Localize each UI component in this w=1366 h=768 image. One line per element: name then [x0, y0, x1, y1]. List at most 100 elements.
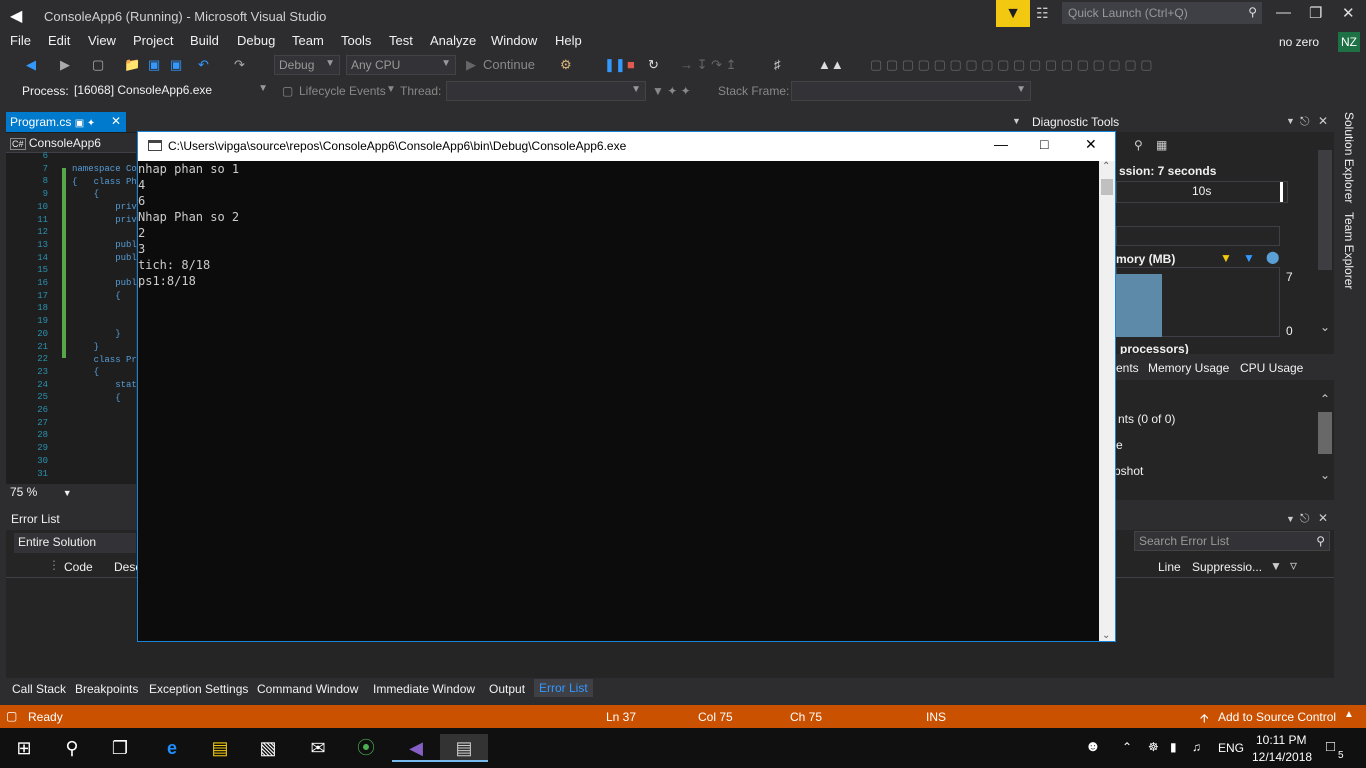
code-line[interactable]: namespace Co	[72, 163, 137, 176]
code-line[interactable]	[72, 227, 137, 240]
code-line[interactable]: publ	[72, 252, 137, 265]
column-line[interactable]: Line	[1158, 560, 1181, 574]
edge-browser-icon[interactable]: e	[148, 734, 196, 762]
code-line[interactable]	[72, 417, 137, 430]
code-line[interactable]: priv	[72, 214, 137, 227]
menu-build[interactable]: Build	[190, 33, 219, 48]
tab-memory-usage[interactable]: Memory Usage	[1148, 361, 1229, 375]
console-scrollbar[interactable]: ⌃ ⌄	[1099, 161, 1115, 641]
undo-icon[interactable]: ↶	[198, 57, 209, 73]
menu-file[interactable]: File	[10, 33, 31, 48]
new-project-icon[interactable]: ▢	[92, 57, 104, 73]
tray-chevron-icon[interactable]: ⌃	[1122, 740, 1132, 754]
feedback-icon[interactable]: ☷	[1036, 5, 1049, 22]
process-dropdown[interactable]: [16068] ConsoleApp6.exe ▼	[70, 81, 272, 101]
code-line[interactable]: { class Ph	[72, 176, 137, 189]
team-explorer-tab[interactable]: Team Explorer	[1342, 212, 1356, 289]
tab-error-list[interactable]: Error List	[534, 679, 593, 697]
tab-command-window[interactable]: Command Window	[257, 682, 358, 696]
code-line[interactable]	[72, 468, 137, 481]
menu-test[interactable]: Test	[389, 33, 413, 48]
code-line[interactable]	[72, 265, 137, 278]
chevron-down-icon[interactable]: ▼	[1286, 116, 1295, 126]
forward-icon[interactable]: ▶	[60, 57, 70, 73]
tab-immediate-window[interactable]: Immediate Window	[373, 682, 475, 696]
chevron-up-icon[interactable]: ▲	[1344, 709, 1354, 720]
code-line[interactable]: {	[72, 290, 137, 303]
avatar[interactable]: NZ	[1338, 32, 1360, 52]
menu-project[interactable]: Project	[133, 33, 173, 48]
restart-icon[interactable]: ↻	[648, 57, 659, 73]
close-icon[interactable]: ✕	[1318, 114, 1328, 128]
code-line[interactable]: {	[72, 188, 137, 201]
column-code[interactable]: Code	[64, 560, 93, 574]
volume-icon[interactable]: ♫	[1192, 740, 1201, 754]
platform-dropdown[interactable]: Any CPU ▼	[346, 55, 456, 75]
take-snapshot[interactable]: pshot	[1114, 464, 1143, 478]
hex-icon[interactable]: ♯	[774, 57, 781, 72]
solution-explorer-tab[interactable]: Solution Explorer	[1342, 112, 1356, 203]
close-icon[interactable]: ✕	[1318, 511, 1328, 525]
chevron-down-icon[interactable]: ▼	[1270, 559, 1282, 573]
zoom-level[interactable]: 75 % ▼	[6, 484, 136, 500]
code-line[interactable]: priv	[72, 201, 137, 214]
tab-program-cs[interactable]: Program.cs ▣ ✦	[6, 112, 126, 132]
menu-team[interactable]: Team	[292, 33, 324, 48]
timeline-cursor[interactable]	[1280, 182, 1283, 202]
people-icon[interactable]: ☻	[1085, 738, 1101, 755]
mail-icon[interactable]: ✉	[294, 734, 342, 762]
user-name[interactable]: no zero	[1279, 35, 1319, 49]
sort-icon[interactable]: ⋮	[48, 558, 60, 572]
code-line[interactable]	[72, 303, 137, 316]
tab-output[interactable]: Output	[489, 682, 525, 696]
console-maximize-button[interactable]: □	[1040, 136, 1048, 152]
code-line[interactable]: }	[72, 341, 137, 354]
code-line[interactable]: publ	[72, 277, 137, 290]
menu-analyze[interactable]: Analyze	[430, 33, 476, 48]
windows-start-icon[interactable]: ⊞	[0, 734, 48, 762]
code-line[interactable]: }	[72, 328, 137, 341]
scroll-down-icon[interactable]: ⌄	[1320, 320, 1330, 334]
configuration-dropdown[interactable]: Debug ▼	[274, 55, 340, 75]
menu-help[interactable]: Help	[555, 33, 582, 48]
step-icon[interactable]: → ↧ ↷ ↥	[680, 57, 737, 73]
language-indicator[interactable]: ENG	[1218, 741, 1244, 755]
tab-exception-settings[interactable]: Exception Settings	[149, 682, 248, 696]
tab-events[interactable]: ents	[1116, 361, 1139, 375]
code-line[interactable]	[72, 404, 137, 417]
toolbar-extra-icons[interactable]: ▢ ▢ ▢ ▢ ▢ ▢ ▢ ▢ ▢ ▢ ▢ ▢ ▢ ▢ ▢ ▢ ▢ ▢	[870, 57, 1153, 73]
filter-icon[interactable]: ▿	[1290, 557, 1297, 574]
code-line[interactable]: publ	[72, 239, 137, 252]
scrollbar-thumb[interactable]	[1101, 179, 1113, 195]
code-line[interactable]: {	[72, 366, 137, 379]
visual-studio-taskbar-icon[interactable]: ◀	[392, 734, 440, 762]
console-close-button[interactable]: ✕	[1085, 136, 1097, 153]
scroll-down-icon[interactable]: ⌄	[1320, 468, 1330, 482]
continue-button[interactable]: Continue	[483, 57, 535, 72]
scroll-up-icon[interactable]: ⌃	[1102, 161, 1110, 172]
code-text[interactable]: namespace Co{ class Ph { priv priv publ …	[72, 163, 137, 481]
notification-filter-icon[interactable]: ▼	[996, 0, 1030, 27]
add-to-source-control[interactable]: Add to Source Control	[1218, 710, 1336, 724]
close-button[interactable]: ✕	[1342, 4, 1355, 22]
settings-icon[interactable]: ▦	[1156, 138, 1167, 152]
continue-icon[interactable]: ▶	[466, 57, 476, 73]
open-file-icon[interactable]: 📁	[124, 57, 140, 73]
search-icon[interactable]: ⚲	[48, 734, 96, 762]
tab-cpu-usage[interactable]: CPU Usage	[1240, 361, 1303, 375]
scrollbar[interactable]	[1318, 150, 1332, 270]
bookmark-icon[interactable]: ▲▲	[818, 57, 844, 72]
stack-frame-dropdown[interactable]: ▼	[791, 81, 1031, 101]
save-all-icon[interactable]: ▣	[170, 57, 182, 73]
filter-icon[interactable]: ▼ ✦ ✦	[652, 84, 691, 98]
pin-icon[interactable]: ▣ ✦	[75, 118, 96, 129]
tab-breakpoints[interactable]: Breakpoints	[75, 682, 138, 696]
pin-icon[interactable]: ⎋	[1300, 511, 1310, 526]
search-error-list-input[interactable]: Search Error List ⚲	[1134, 531, 1330, 551]
events-count[interactable]: nts (0 of 0)	[1118, 412, 1175, 426]
scroll-down-icon[interactable]: ⌄	[1102, 630, 1110, 641]
console-taskbar-icon[interactable]: ▤	[440, 734, 488, 762]
chevron-down-icon[interactable]: ▼	[1012, 116, 1021, 126]
file-explorer-icon[interactable]: ▤	[196, 734, 244, 762]
lifecycle-icon[interactable]: ▢	[282, 84, 293, 98]
